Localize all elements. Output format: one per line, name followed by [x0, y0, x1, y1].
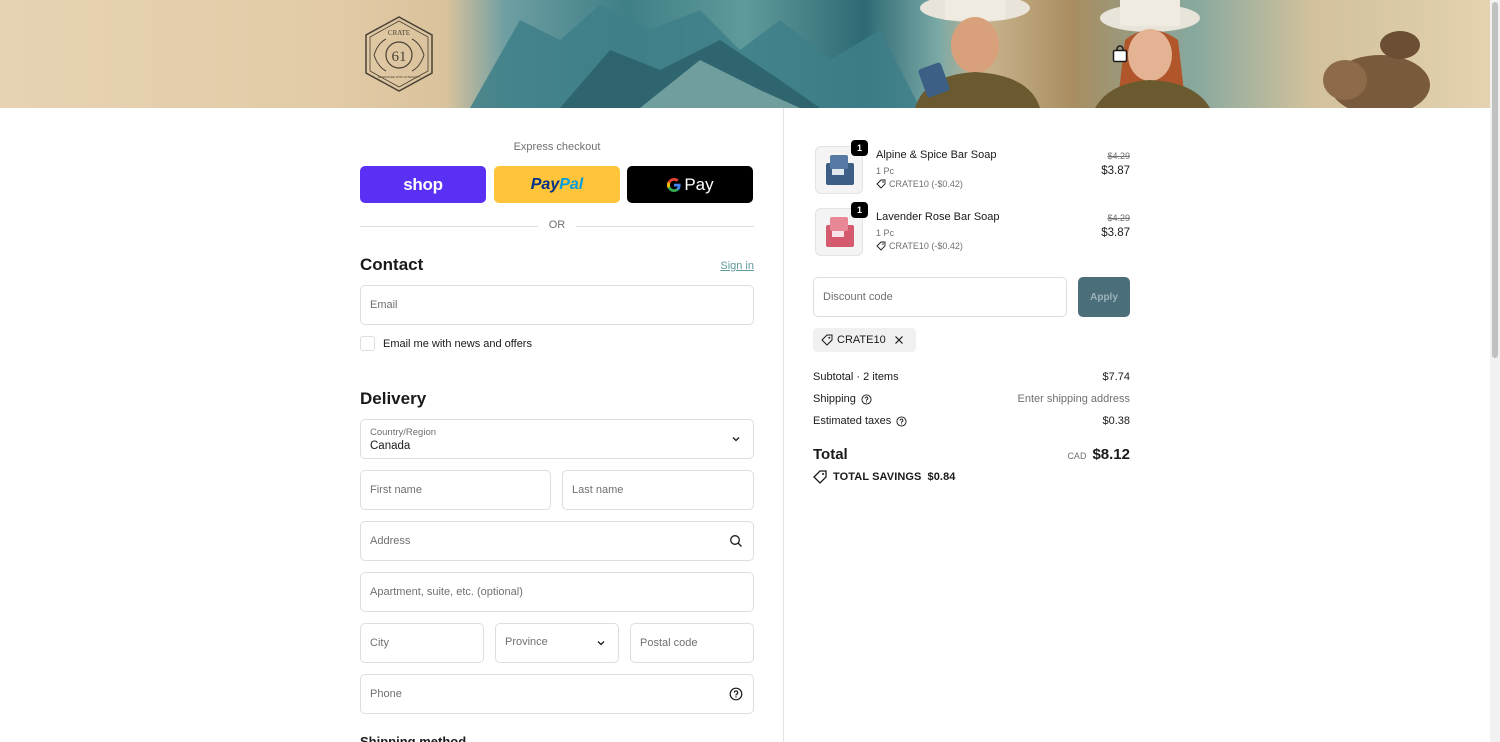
- item-variant: 1 Pc: [876, 166, 895, 176]
- scrollbar-thumb[interactable]: [1492, 2, 1498, 358]
- column-divider: [783, 108, 784, 742]
- applied-discount-tag: CRATE10: [813, 328, 916, 352]
- item-name: Lavender Rose Bar Soap: [876, 211, 1000, 223]
- newsletter-option: Email me with news and offers: [360, 336, 532, 351]
- discount-code-field[interactable]: Discount code: [813, 277, 1067, 317]
- subtotal-value: $7.74: [1102, 371, 1130, 383]
- item-price: $3.87: [1101, 227, 1130, 239]
- total-savings: TOTAL SAVINGS $0.84: [813, 470, 956, 484]
- svg-text:HANDMADE WITH INTEGRITY: HANDMADE WITH INTEGRITY: [378, 75, 421, 79]
- taxes-value: $0.38: [1102, 415, 1130, 427]
- newsletter-label: Email me with news and offers: [383, 337, 532, 350]
- or-separator: OR: [360, 219, 754, 233]
- item-original-price: $4.29: [1107, 151, 1130, 161]
- shipping-label: Shipping: [813, 393, 856, 405]
- paypal-button[interactable]: PayPal: [494, 166, 620, 203]
- sign-in-link[interactable]: Sign in: [720, 260, 754, 272]
- tag-icon: [876, 241, 886, 251]
- express-checkout-label: Express checkout: [513, 141, 601, 153]
- total-amount: $8.12: [1092, 446, 1130, 463]
- google-g-icon: [667, 177, 681, 192]
- subtotal-label: Subtotal · 2 items: [813, 371, 899, 383]
- svg-text:61: 61: [392, 49, 407, 65]
- shipping-value: Enter shipping address: [1017, 393, 1130, 405]
- postal-code-field[interactable]: Postal code: [630, 623, 754, 663]
- savings-label: TOTAL SAVINGS: [833, 471, 922, 483]
- phone-field[interactable]: Phone: [360, 674, 754, 714]
- newsletter-checkbox[interactable]: [360, 336, 375, 351]
- shipping-method-heading: Shipping method: [360, 734, 467, 742]
- last-name-field[interactable]: Last name: [562, 470, 754, 510]
- quantity-badge: 1: [851, 202, 868, 218]
- paypal-logo: PayPal: [530, 175, 584, 193]
- item-original-price: $4.29: [1107, 213, 1130, 223]
- item-name: Alpine & Spice Bar Soap: [876, 149, 997, 161]
- item-discount: CRATE10 (-$0.42): [876, 241, 963, 251]
- total-label: Total: [813, 446, 848, 463]
- taxes-label: Estimated taxes: [813, 415, 892, 427]
- savings-value: $0.84: [927, 471, 956, 483]
- search-icon[interactable]: [729, 534, 743, 548]
- item-variant: 1 Pc: [876, 228, 895, 238]
- contact-heading: Contact: [360, 255, 424, 274]
- shop-pay-button[interactable]: shop: [360, 166, 486, 203]
- svg-text:CRATE: CRATE: [388, 29, 410, 37]
- province-select[interactable]: Province: [495, 623, 619, 663]
- first-name-field[interactable]: First name: [360, 470, 551, 510]
- item-price: $3.87: [1101, 165, 1130, 177]
- remove-discount-button[interactable]: [894, 335, 908, 345]
- close-icon: [894, 336, 903, 344]
- cart-bag-icon[interactable]: [1110, 44, 1130, 64]
- crate-61-logo[interactable]: CRATE 61 HANDMADE WITH INTEGRITY: [360, 15, 438, 93]
- help-circle-icon[interactable]: [729, 687, 743, 701]
- total-value: CAD $8.12: [1067, 446, 1130, 463]
- banner-artwork: [470, 0, 1430, 108]
- country-select[interactable]: Country/Region Canada: [360, 419, 754, 459]
- apply-discount-button[interactable]: Apply: [1078, 277, 1130, 317]
- chevron-down-icon: [732, 437, 740, 442]
- applied-code-label: CRATE10: [837, 334, 886, 346]
- gpay-label: Pay: [684, 174, 714, 194]
- shop-pay-logo: shop: [403, 174, 443, 194]
- google-pay-button[interactable]: Pay: [627, 166, 753, 203]
- city-field[interactable]: City: [360, 623, 484, 663]
- page-scrollbar[interactable]: [1490, 0, 1500, 742]
- address-field[interactable]: Address: [360, 521, 754, 561]
- help-circle-icon[interactable]: [896, 415, 907, 427]
- help-circle-icon[interactable]: [861, 393, 872, 405]
- currency-code: CAD: [1067, 451, 1087, 461]
- chevron-down-icon: [597, 641, 605, 646]
- header-banner: CRATE 61 HANDMADE WITH INTEGRITY: [0, 0, 1490, 108]
- email-field[interactable]: Email: [360, 285, 754, 325]
- tag-icon: [876, 179, 886, 189]
- delivery-heading: Delivery: [360, 389, 427, 408]
- quantity-badge: 1: [851, 140, 868, 156]
- tag-icon: [821, 334, 833, 346]
- line-item: 1 Alpine & Spice Bar Soap 1 Pc CRATE10 (…: [813, 140, 1130, 194]
- tag-icon: [813, 470, 827, 484]
- item-discount: CRATE10 (-$0.42): [876, 179, 963, 189]
- line-item: 1 Lavender Rose Bar Soap 1 Pc CRATE10 (-…: [813, 202, 1130, 256]
- apartment-field[interactable]: Apartment, suite, etc. (optional): [360, 572, 754, 612]
